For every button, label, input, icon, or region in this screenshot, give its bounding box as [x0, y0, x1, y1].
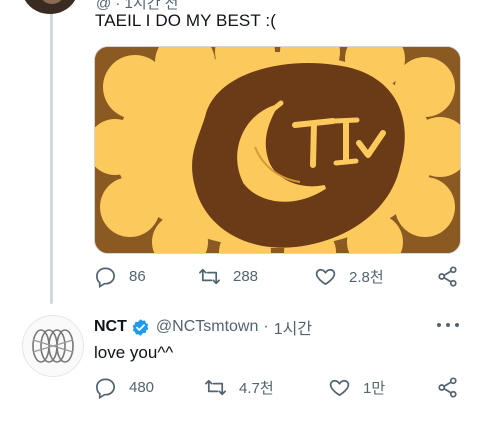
tweet-timestamp[interactable]: 1시간 — [274, 315, 312, 339]
more-options-button[interactable] — [437, 316, 459, 334]
display-name[interactable]: NCT — [94, 318, 127, 336]
reply-button[interactable]: 86 — [94, 265, 146, 288]
tweet2-action-bar: 480 4.7천 1만 — [94, 376, 466, 400]
retweet-button[interactable]: 4.7천 — [204, 376, 274, 399]
nct-logo-icon — [32, 329, 74, 363]
like-count: 1만 — [363, 380, 386, 397]
reply-count: 480 — [129, 379, 155, 396]
tweet1-media-image[interactable] — [94, 46, 461, 254]
like-count: 2.8천 — [349, 269, 384, 286]
more-dot — [455, 323, 459, 327]
share-button[interactable] — [436, 376, 459, 399]
retweet-count: 288 — [233, 268, 259, 285]
like-button[interactable]: 1만 — [328, 376, 385, 399]
like-icon — [315, 268, 336, 286]
tweet1-action-bar: 86 288 2.8천 — [94, 265, 466, 289]
drawing-ti-banana-artwork — [95, 47, 460, 253]
retweet-button[interactable]: 288 — [198, 265, 258, 288]
avatar-nct[interactable] — [22, 315, 84, 377]
reply-icon — [96, 267, 115, 288]
avatar-face — [38, 0, 66, 4]
reply-icon — [96, 378, 115, 399]
like-button[interactable]: 2.8천 — [314, 265, 384, 288]
share-button[interactable] — [436, 265, 459, 288]
separator-dot: · — [263, 318, 269, 335]
user-handle[interactable]: @NCTsmtown — [156, 318, 258, 336]
share-icon — [438, 266, 457, 287]
retweet-count: 4.7천 — [239, 380, 274, 397]
reply-count: 86 — [129, 268, 146, 285]
avatar-previous-user[interactable] — [22, 0, 78, 14]
reply-button[interactable]: 480 — [94, 376, 154, 399]
like-icon — [329, 379, 350, 397]
more-dot — [446, 323, 450, 327]
thread-connector-line — [50, 0, 53, 304]
tweet1-text: TAEIL I DO MY BEST :( — [95, 11, 276, 30]
retweet-icon — [199, 268, 220, 285]
tweet2-text: love you^^ — [94, 343, 174, 362]
share-icon — [438, 377, 457, 398]
more-options-icon — [437, 323, 441, 327]
verified-badge-icon — [132, 318, 149, 336]
retweet-icon — [205, 379, 226, 396]
tweet2-header: NCT @NCTsmtown · 1시간 — [94, 315, 312, 339]
